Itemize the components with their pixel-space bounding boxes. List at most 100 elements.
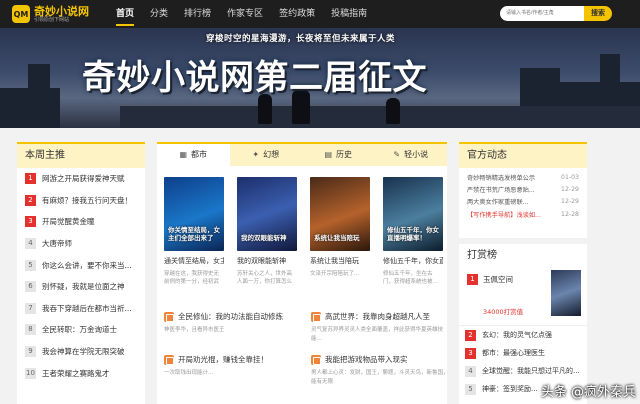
list-item[interactable]: 4 全球觉醒：我能只想过平凡的... [459, 362, 587, 380]
official-news-panel: 官方动态 奇妙畅销精选发榜单公示 01-03 严禁在书荒广场恶意贴... 12-29 两… [459, 142, 587, 238]
list-item[interactable]: 2 玄幻：我的灵气亿点强 [459, 326, 587, 344]
rank-number: 4 [465, 365, 476, 377]
rank-number: 3 [465, 347, 476, 359]
banner-tagline: 穿梭时空的星海漫游，长夜将至但未来属于人类 [206, 34, 396, 44]
list-item[interactable]: 2 有麻烦？接我五行问天盘！ [17, 190, 145, 212]
news-title: 【写作携手导航】浅谈如... [467, 211, 541, 219]
news-item[interactable]: 奇妙畅销精选发榜单公示 01-03 [459, 171, 587, 183]
book-title: 有麻烦？接我五行问天盘！ [42, 195, 132, 205]
reward-rank-panel: 打赏榜 1 玉佩空间 34000打赏值 2 玄幻：我的灵气亿点强 3 都市：最强心理医… [459, 244, 587, 404]
category-tabs: ▦ 都市 ✦ 幻想 ▤ 历史 ✎ 轻小说 [157, 142, 447, 166]
reward-top-item[interactable]: 1 玉佩空间 34000打赏值 [459, 270, 587, 326]
feather-icon: ✎ [393, 150, 401, 159]
book-card[interactable]: 系统让我当陪玩 系统让我当陪玩 文泽开宗陪陪玩了... [310, 177, 370, 286]
book-title: 修仙五千年，你女直播明爆... [383, 257, 443, 265]
book-desc: 修仙五千年，坐在古门，获得超系统也被... [383, 271, 438, 286]
banner-title: 奇妙小说网第二届征文 [82, 58, 427, 98]
list-item[interactable]: 7 我吞下穿越后在都市当祈... [17, 298, 145, 320]
book-desc: 苏轩关心之人，世外高人面一万，你打算怎么了？ [237, 271, 293, 286]
search-button[interactable]: 搜索 [584, 6, 612, 21]
panel-title: 打赏榜 [459, 244, 587, 270]
list-item[interactable]: 4 大唐帝师 [17, 233, 145, 255]
rank-number: 7 [25, 302, 36, 314]
building-icon: ▦ [179, 150, 188, 159]
book-title: 系统让我当陪玩 [310, 257, 359, 265]
book-title: 大唐帝师 [42, 239, 72, 249]
nav-category[interactable]: 分类 [150, 0, 168, 28]
logo-icon: QM [12, 5, 30, 23]
news-title: 两大奥女作家重磅联... [467, 199, 529, 207]
rank-number: 1 [467, 274, 478, 285]
rank-number: 2 [465, 329, 476, 341]
rank-number: 3 [25, 216, 36, 228]
book-cover: 我的双眼能斩神 [237, 177, 297, 251]
book-title: 我吞下穿越后在都市当祈... [42, 303, 132, 313]
rank-number: 9 [25, 346, 36, 358]
book-title: 开局觉醒黄金瞳 [42, 217, 95, 227]
book-icon [311, 354, 321, 365]
news-item[interactable]: 【写作携手导航】浅谈如... 12-28 [459, 208, 587, 220]
list-item[interactable]: 8 全民转职：万金询道士 [17, 319, 145, 341]
rank-number: 6 [25, 281, 36, 293]
top-nav-bar: QM 奇妙小说网 引领原创下网站 首页 分类 排行榜 作家专区 签约政策 投稿指… [0, 0, 640, 28]
book-title: 全民转职：万金询道士 [42, 325, 117, 335]
news-title: 奇妙畅销精选发榜单公示 [467, 174, 536, 182]
news-item[interactable]: 两大奥女作家重磅联... 12-29 [459, 196, 587, 208]
logo-title: 奇妙小说网 [34, 4, 89, 18]
nav-home[interactable]: 首页 [116, 0, 135, 28]
book-title: 神豪：签到奖励... [482, 385, 538, 393]
book-title: 你这么会讲，要不你来当... [42, 260, 132, 270]
list-item[interactable]: 全民修仙：我的功法能自动修炼 神医李华，且看异市医王 [164, 311, 304, 342]
book-title: 我会神算在学院无限突破 [42, 347, 125, 357]
tab-urban[interactable]: ▦ 都市 [157, 144, 230, 166]
rank-number: 5 [465, 383, 476, 395]
star-icon: ✦ [252, 150, 260, 159]
book-card[interactable]: 修仙五千年，你女直播明爆率！ 修仙五千年，你女直播明爆... 修仙五千年，坐在古… [383, 177, 443, 286]
rank-number: 10 [25, 367, 36, 379]
nav-submission-guide[interactable]: 投稿指南 [331, 0, 367, 28]
list-item[interactable]: 开局劝光棍，赚钱全靠挂！ 一次取钱出现能计... [164, 354, 304, 385]
nav-ranking[interactable]: 排行榜 [184, 0, 211, 28]
list-item[interactable]: 6 别怀疑，我就是位面之神 [17, 276, 145, 298]
logo-subtitle: 引领原创下网站 [34, 16, 70, 23]
list-item[interactable]: 9 我会神算在学院无限突破 [17, 341, 145, 363]
list-item[interactable]: 我能把游戏物品带入现实 男人都上心灵：发财，国王，聊题，斗灵天鸟，新鲁国，能有无… [311, 354, 451, 385]
book-title: 别怀疑，我就是位面之神 [42, 282, 125, 292]
book-card[interactable]: 你关情至结局，女主们全部出来了 通关情至结局，女主们全跑出... 穿越在这，我获… [164, 177, 224, 286]
book-card[interactable]: 我的双眼能斩神 我的双眼能斩神 苏轩关心之人，世外高人面一万，你打算怎么了？ [237, 177, 297, 286]
panel-title: 本周主推 [17, 142, 145, 168]
book-desc: 文泽开宗陪陪玩了... [310, 271, 360, 277]
page: { "site": {"logo_text": "奇妙小说网", "logo_s… [0, 0, 640, 404]
rank-number: 1 [25, 173, 36, 185]
book-title: 我的双眼能斩神 [237, 257, 286, 265]
contest-banner[interactable]: 穿梭时空的星海漫游，长夜将至但未来属于人类 奇妙小说网第二届征文 [0, 28, 640, 128]
rank-number: 2 [25, 194, 36, 206]
book-cover: 系统让我当陪玩 [310, 177, 370, 251]
list-item[interactable]: 10 王者荣耀之赛路鬼才 [17, 362, 145, 384]
reward-amount: 34000打赏值 [483, 308, 524, 316]
tab-fantasy[interactable]: ✦ 幻想 [230, 144, 303, 166]
site-logo[interactable]: QM 奇妙小说网 引领原创下网站 [12, 5, 100, 23]
news-list: 奇妙畅销精选发榜单公示 01-03 严禁在书荒广场恶意贴... 12-29 两大奥女作家… [459, 168, 587, 220]
list-item[interactable]: 高武世界：我靠肉身超越凡人圣 灵气复苏异界灵灵人类全面覆盖，祥此获得华夏英雄技能… [311, 311, 451, 342]
list-item[interactable]: 3 都市：最强心理医生 [459, 344, 587, 362]
weekly-recommend-panel: 本周主推 1 网游之开局获得爱神天赋 2 有麻烦？接我五行问天盘！ 3 开局觉醒黄金瞳 4 大… [17, 142, 145, 404]
book-icon: ▤ [324, 150, 333, 159]
list-item[interactable]: 1 网游之开局获得爱神天赋 [17, 168, 145, 190]
search-input[interactable] [500, 6, 586, 21]
book-title: 全球觉醒：我能只想过平凡的... [482, 367, 580, 375]
nav-contract-policy[interactable]: 签约政策 [279, 0, 315, 28]
nav-author-zone[interactable]: 作家专区 [227, 0, 263, 28]
weekly-list: 1 网游之开局获得爱神天赋 2 有麻烦？接我五行问天盘！ 3 开局觉醒黄金瞳 4 大唐帝师 5 你… [17, 168, 145, 384]
tab-history[interactable]: ▤ 历史 [302, 144, 375, 166]
book-desc: 穿越在这，我获得史无前例的第一分，经初武位... [164, 271, 220, 286]
list-item[interactable]: 5 你这么会讲，要不你来当... [17, 254, 145, 276]
tab-light-novel[interactable]: ✎ 轻小说 [375, 144, 448, 166]
list-item[interactable]: 3 开局觉醒黄金瞳 [17, 211, 145, 233]
book-icon [164, 354, 174, 365]
news-date: 12-29 [561, 185, 579, 193]
book-icon [164, 311, 174, 322]
book-title: 玄幻：我的灵气亿点强 [482, 331, 552, 339]
book-title: 通关情至结局，女主们全跑出... [164, 257, 224, 265]
news-item[interactable]: 严禁在书荒广场恶意贴... 12-29 [459, 183, 587, 195]
